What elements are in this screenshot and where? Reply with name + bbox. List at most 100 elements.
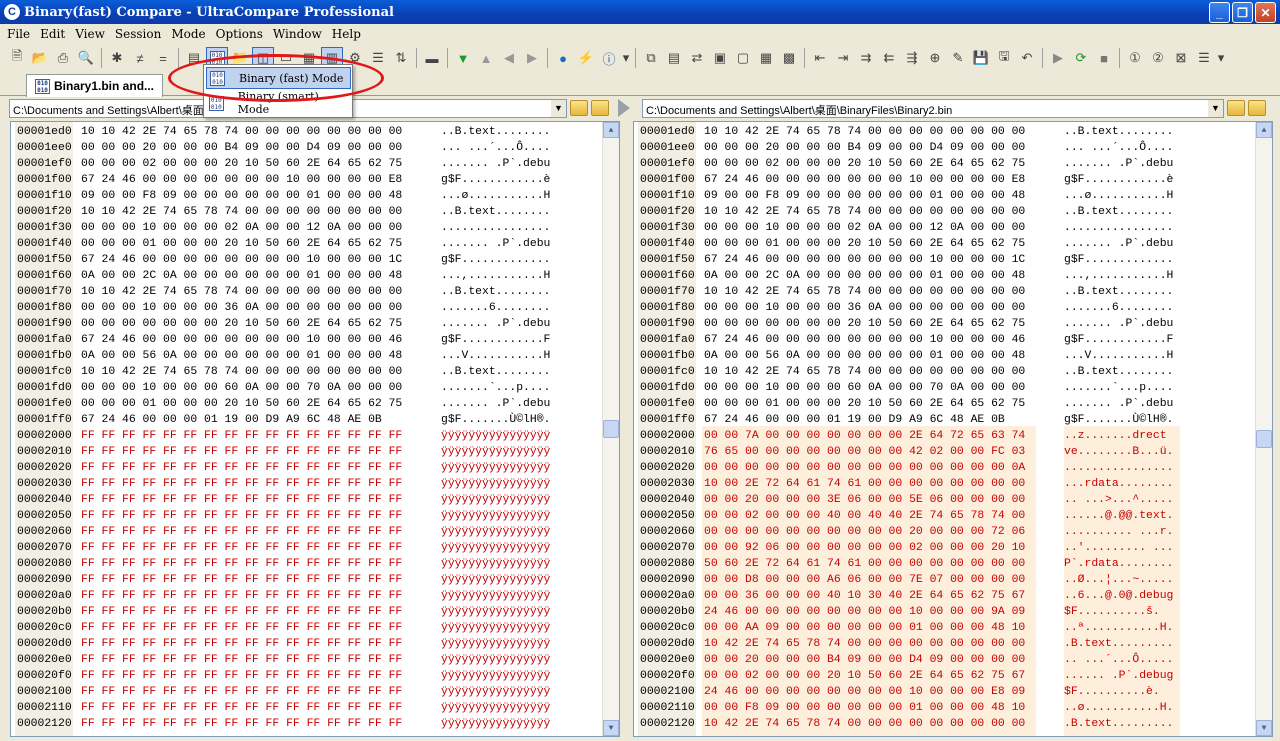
row-text: .......`...p.... bbox=[441, 382, 551, 394]
tab-session[interactable]: 010 010 Binary1.bin and... bbox=[26, 74, 164, 97]
right-hex-pane[interactable]: ▲ ▼ 00001ed0 10 10 42 2E 74 65 78 74 00 0… bbox=[633, 121, 1273, 737]
edit-icon[interactable]: ✎ bbox=[947, 47, 969, 69]
close-button[interactable]: ✕ bbox=[1255, 2, 1276, 23]
right-browse-folder-icon[interactable] bbox=[1227, 100, 1245, 116]
row-text: g$F.......Ù©lH®. bbox=[441, 414, 551, 426]
left-browse-folder-icon[interactable] bbox=[570, 100, 588, 116]
row-address: 00001ed0 bbox=[17, 126, 72, 138]
folder-compare-icon[interactable]: ▣ bbox=[709, 47, 731, 69]
left-open-folder-icon[interactable] bbox=[591, 100, 609, 116]
pane2-icon[interactable]: ② bbox=[1147, 47, 1169, 69]
binary-file-icon[interactable]: ▤ bbox=[663, 47, 685, 69]
row-address: 00001f50 bbox=[17, 254, 72, 266]
pane-close-icon[interactable]: ⊠ bbox=[1170, 47, 1192, 69]
play-icon[interactable]: ▶ bbox=[1047, 47, 1069, 69]
row-address: 00002090 bbox=[17, 574, 72, 586]
right-path-input[interactable]: C:\Documents and Settings\Albert\桌面\Bina… bbox=[642, 98, 1224, 118]
scroll-up-icon[interactable]: ▲ bbox=[1256, 122, 1272, 138]
prev-diff-icon[interactable]: ▲ bbox=[475, 47, 497, 69]
info-icon[interactable]: ⓘ bbox=[598, 47, 620, 69]
row-address: 00001f60 bbox=[17, 270, 72, 282]
menu-session[interactable]: Session bbox=[110, 27, 166, 41]
scroll-down-icon[interactable]: ▼ bbox=[603, 720, 619, 736]
first-diff-icon[interactable]: ◀ bbox=[498, 47, 520, 69]
last-diff-icon[interactable]: ▶ bbox=[521, 47, 543, 69]
save-as-icon[interactable]: 🖫 bbox=[993, 47, 1015, 69]
row-text: ÿÿÿÿÿÿÿÿÿÿÿÿÿÿÿÿ bbox=[441, 558, 551, 570]
lightning-icon[interactable]: ⚡ bbox=[575, 47, 597, 69]
menu-help[interactable]: Help bbox=[327, 27, 366, 41]
right-open-folder-icon[interactable] bbox=[1248, 100, 1266, 116]
row-address: 00001f20 bbox=[17, 206, 72, 218]
toolbar-overflow-right-icon[interactable]: ▾ bbox=[1216, 47, 1226, 69]
swap-icon[interactable]: ⇅ bbox=[390, 47, 412, 69]
globe-icon[interactable]: ● bbox=[552, 47, 574, 69]
menu-options[interactable]: Options bbox=[211, 27, 268, 41]
left-scrollbar[interactable]: ▲ ▼ bbox=[602, 122, 619, 736]
next-diff-icon[interactable]: ▼ bbox=[452, 47, 474, 69]
menu-view[interactable]: View bbox=[70, 27, 110, 41]
row-address: 00001ef0 bbox=[640, 158, 695, 170]
row-address: 00001f30 bbox=[17, 222, 72, 234]
row-hex: 10 10 42 2E 74 65 78 74 00 00 00 00 00 0… bbox=[81, 366, 403, 378]
maximize-button[interactable]: ❐ bbox=[1232, 2, 1253, 23]
row-address: 00002030 bbox=[17, 478, 72, 490]
chevron-down-icon[interactable]: ▼ bbox=[1208, 99, 1223, 117]
row-hex: 10 10 42 2E 74 65 78 74 00 00 00 00 00 0… bbox=[81, 126, 403, 138]
row-text: ....... .P`.debu bbox=[1064, 238, 1174, 250]
scroll-thumb[interactable] bbox=[603, 420, 619, 438]
right-scrollbar[interactable]: ▲ ▼ bbox=[1255, 122, 1272, 736]
print-icon[interactable]: ⎙ bbox=[52, 47, 74, 69]
row-hex: 76 65 00 00 00 00 00 00 00 00 42 02 00 0… bbox=[704, 446, 1026, 458]
menu-window[interactable]: Window bbox=[268, 27, 327, 41]
row-text: g$F............F bbox=[441, 334, 551, 346]
show-matches-icon[interactable]: = bbox=[152, 47, 174, 69]
new-session-icon[interactable]: 🗎 bbox=[6, 47, 28, 69]
show-all-icon[interactable]: ✱ bbox=[106, 47, 128, 69]
report-icon[interactable]: ▩ bbox=[778, 47, 800, 69]
app-icon[interactable]: C bbox=[4, 4, 20, 20]
insert-icon[interactable]: ⊕ bbox=[924, 47, 946, 69]
row-address: 00001ff0 bbox=[17, 414, 72, 426]
row-address: 00001fa0 bbox=[640, 334, 695, 346]
row-address: 000020f0 bbox=[640, 670, 695, 682]
copy-all-right-icon[interactable]: ⇶ bbox=[901, 47, 923, 69]
layout-icon[interactable]: ▬ bbox=[421, 47, 443, 69]
copy-block-icon[interactable]: ⇉ bbox=[855, 47, 877, 69]
copy-all-left-icon[interactable]: ⇇ bbox=[878, 47, 900, 69]
row-address: 00002070 bbox=[640, 542, 695, 554]
compare-arrow-icon[interactable] bbox=[618, 99, 630, 117]
left-hex-pane[interactable]: ▲ ▼ 00001ed0 10 10 42 2E 74 65 78 74 00 0… bbox=[10, 121, 620, 737]
minimize-button[interactable]: _ bbox=[1209, 2, 1230, 23]
row-address: 00002110 bbox=[17, 702, 72, 714]
pane1-icon[interactable]: ① bbox=[1124, 47, 1146, 69]
merge-icon[interactable]: ⇄ bbox=[686, 47, 708, 69]
print-preview-icon[interactable]: 🔍 bbox=[75, 47, 97, 69]
menu-mode[interactable]: Mode bbox=[166, 27, 210, 41]
copy-files-icon[interactable]: ⧉ bbox=[640, 47, 662, 69]
pane-layout-icon[interactable]: ☰ bbox=[1193, 47, 1215, 69]
open-folder-icon[interactable]: 📂 bbox=[29, 47, 51, 69]
save-icon[interactable]: 💾 bbox=[970, 47, 992, 69]
show-differences-icon[interactable]: ≠ bbox=[129, 47, 151, 69]
undo-icon[interactable]: ↶ bbox=[1016, 47, 1038, 69]
copy-right-icon[interactable]: ⇥ bbox=[832, 47, 854, 69]
menu-edit[interactable]: Edit bbox=[35, 27, 70, 41]
chevron-down-icon[interactable]: ▼ bbox=[551, 99, 566, 117]
scroll-up-icon[interactable]: ▲ bbox=[603, 122, 619, 138]
row-text: ..'......... ... bbox=[1064, 542, 1174, 554]
table-icon[interactable]: ▦ bbox=[755, 47, 777, 69]
row-hex: 00 00 20 00 00 00 3E 06 00 00 5E 06 00 0… bbox=[704, 494, 1026, 506]
refresh-icon[interactable]: ⟳ bbox=[1070, 47, 1092, 69]
scroll-thumb[interactable] bbox=[1256, 430, 1272, 448]
archive-icon[interactable]: ▢ bbox=[732, 47, 754, 69]
row-address: 00001f40 bbox=[640, 238, 695, 250]
scroll-down-icon[interactable]: ▼ bbox=[1256, 720, 1272, 736]
toolbar-overflow-icon[interactable]: ▾ bbox=[621, 47, 631, 69]
row-address: 00001fd0 bbox=[640, 382, 695, 394]
copy-left-icon[interactable]: ⇤ bbox=[809, 47, 831, 69]
row-text: .B.text......... bbox=[1064, 718, 1174, 730]
menu-file[interactable]: File bbox=[2, 27, 35, 41]
row-text: ...... .P`.debug bbox=[1064, 670, 1174, 682]
stop-icon[interactable]: ■ bbox=[1093, 47, 1115, 69]
